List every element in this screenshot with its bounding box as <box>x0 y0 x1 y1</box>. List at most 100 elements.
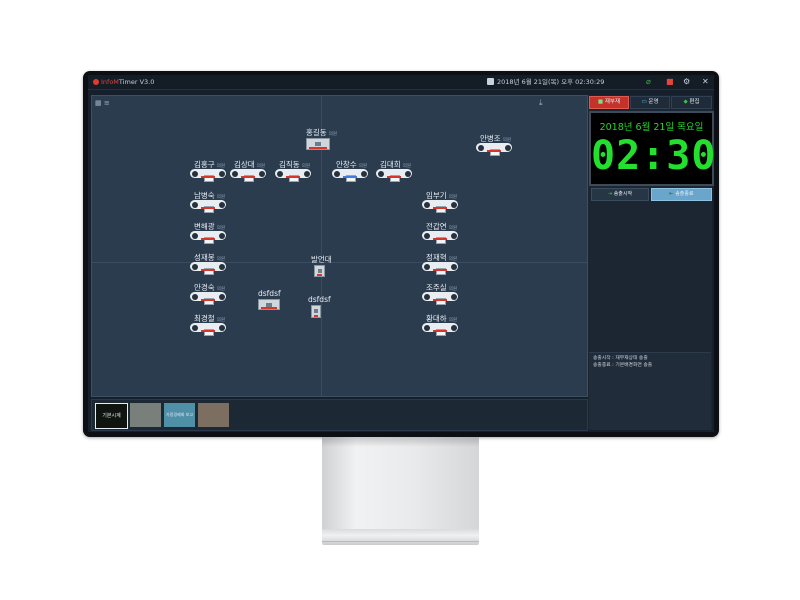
app-title: InfoMTimer V3.0 <box>101 77 154 87</box>
seat-status-bar <box>487 150 501 152</box>
seat-status-icon <box>218 324 225 331</box>
seat-status-icon <box>423 201 430 208</box>
seat-tag: 의원 <box>328 132 337 137</box>
seat-name-text: 김직동 <box>279 160 300 169</box>
mic-icon <box>317 269 322 273</box>
seat-status-icon <box>423 324 430 331</box>
seat-status-bar <box>314 315 318 317</box>
seat-status-icon <box>450 201 457 208</box>
seat-status-bar <box>201 299 215 301</box>
thumbnail-item[interactable] <box>198 403 229 427</box>
seat-status-bar <box>201 330 215 332</box>
seat-indicator <box>190 292 226 305</box>
app-title-rest: Timer V3.0 <box>118 78 155 86</box>
seat-status-icon <box>191 293 198 300</box>
seat-status-icon <box>423 232 430 239</box>
podium-body <box>306 138 330 150</box>
seat-indicator <box>476 143 512 156</box>
seat-status-bar <box>433 207 447 209</box>
monitor-stand-foot <box>322 529 479 545</box>
seat-indicator <box>376 169 412 182</box>
monitor-stand-neck <box>322 437 479 529</box>
seat-indicator <box>422 323 458 336</box>
seat-indicator <box>422 292 458 305</box>
seat-status-icon <box>450 324 457 331</box>
seat-name-text: 안창수 <box>336 160 357 169</box>
seat-status-bar <box>201 207 215 209</box>
mic-icon <box>315 142 321 146</box>
seat-status-icon <box>218 170 225 177</box>
thumbnail-item[interactable]: 가정경제회 보고 <box>164 403 195 427</box>
seat-indicator <box>190 169 226 182</box>
tab-label: 재부재 <box>604 99 621 105</box>
seat-name-text: 전갑연 <box>426 222 447 231</box>
seat-status-bar <box>387 176 401 178</box>
app-screen: InfoMTimer V3.0 2018년 6월 21일(목) 오후 02:30… <box>88 75 714 432</box>
button-label: 송출시작 <box>613 191 633 197</box>
seat-status-icon <box>504 144 511 151</box>
seat-name-text: 김상대 <box>234 160 255 169</box>
seat-status-icon <box>218 263 225 270</box>
seat-status-bar <box>201 176 215 178</box>
mic-icon <box>314 309 318 313</box>
seat-status-icon <box>191 324 198 331</box>
seat-layout-canvas[interactable]: ▦ ≡ ⤓ 안병조 의원 김홍구 의원 김상대 의원 김직동 의원 안창수 의원 김대희 의… <box>91 95 588 397</box>
tab-attendance[interactable]: ■ 재부재 <box>589 96 629 109</box>
download-icon[interactable]: ⤓ <box>539 98 543 107</box>
seat-indicator <box>190 323 226 336</box>
seat-status-bar <box>261 307 277 309</box>
seat-indicator <box>190 200 226 213</box>
podium-body <box>314 265 325 277</box>
tab-operation[interactable]: ▭ 운영 <box>630 96 670 109</box>
seat-name-text: 김대희 <box>380 160 401 169</box>
seat-indicator <box>190 231 226 244</box>
title-bar: InfoMTimer V3.0 2018년 6월 21일(목) 오후 02:30… <box>88 75 714 90</box>
app-title-brand: InfoM <box>101 78 119 86</box>
broadcast-end-button[interactable]: ⇤ 송출종료 <box>651 188 712 201</box>
seat-indicator <box>422 231 458 244</box>
seat-name-text: 최경철 <box>194 314 215 323</box>
seat-name-text: 조주실 <box>426 283 447 292</box>
seat-status-bar <box>201 269 215 271</box>
seat-status-icon <box>360 170 367 177</box>
button-label: 송출종료 <box>675 191 694 197</box>
gear-icon[interactable]: ⚙ <box>683 77 690 87</box>
podium-name: 발언대 <box>311 255 332 264</box>
datetime-label: 2018년 6월 21일(목) 오후 02:30:29 <box>497 78 605 86</box>
alert-icon[interactable]: ■ <box>666 77 674 87</box>
thumbnail-item[interactable] <box>130 403 161 427</box>
podium-name: dsfdsf <box>258 289 281 298</box>
seat-status-icon <box>218 201 225 208</box>
seat-status-icon <box>191 232 198 239</box>
seat-name-text: 홍길동 <box>306 128 327 137</box>
seat-name-text: 정재혁 <box>426 253 447 262</box>
seat-indicator <box>275 169 311 182</box>
network-off-icon[interactable]: ⌀ <box>646 77 651 87</box>
seat-indicator <box>190 262 226 275</box>
seat-indicator <box>332 169 368 182</box>
thumbnail-item[interactable]: 기본시계 <box>95 403 128 429</box>
seat-status-icon <box>218 232 225 239</box>
seat-status-icon <box>191 201 198 208</box>
broadcast-start-button[interactable]: ⇥ 송출시작 <box>591 188 649 201</box>
tab-edit[interactable]: ◆ 편집 <box>671 96 712 109</box>
seat-name-text: 임부기 <box>426 191 447 200</box>
tab-label: 편집 <box>689 99 700 105</box>
layout-menu-icon[interactable]: ▦ ≡ <box>95 99 110 107</box>
seat-status-bar <box>343 176 357 178</box>
seat-name-text: 남병숙 <box>194 191 215 200</box>
seat-status-icon <box>231 170 238 177</box>
seat-status-bar <box>286 176 300 178</box>
seat-name-text: 성재봉 <box>194 253 215 262</box>
close-icon[interactable]: ✕ <box>702 77 709 87</box>
seat-status-icon <box>276 170 283 177</box>
seat-name-text: 안경숙 <box>194 283 215 292</box>
seat-indicator <box>422 262 458 275</box>
seat-status-icon <box>333 170 340 177</box>
seat-status-bar <box>241 176 255 178</box>
app-logo-icon <box>93 79 99 85</box>
clock-display: 2018년 6월 21일 목요일 02:30 <box>589 111 714 186</box>
clock-time: 02:30 <box>591 133 714 179</box>
seat-status-icon <box>377 170 384 177</box>
seat-status-bar <box>201 238 215 240</box>
